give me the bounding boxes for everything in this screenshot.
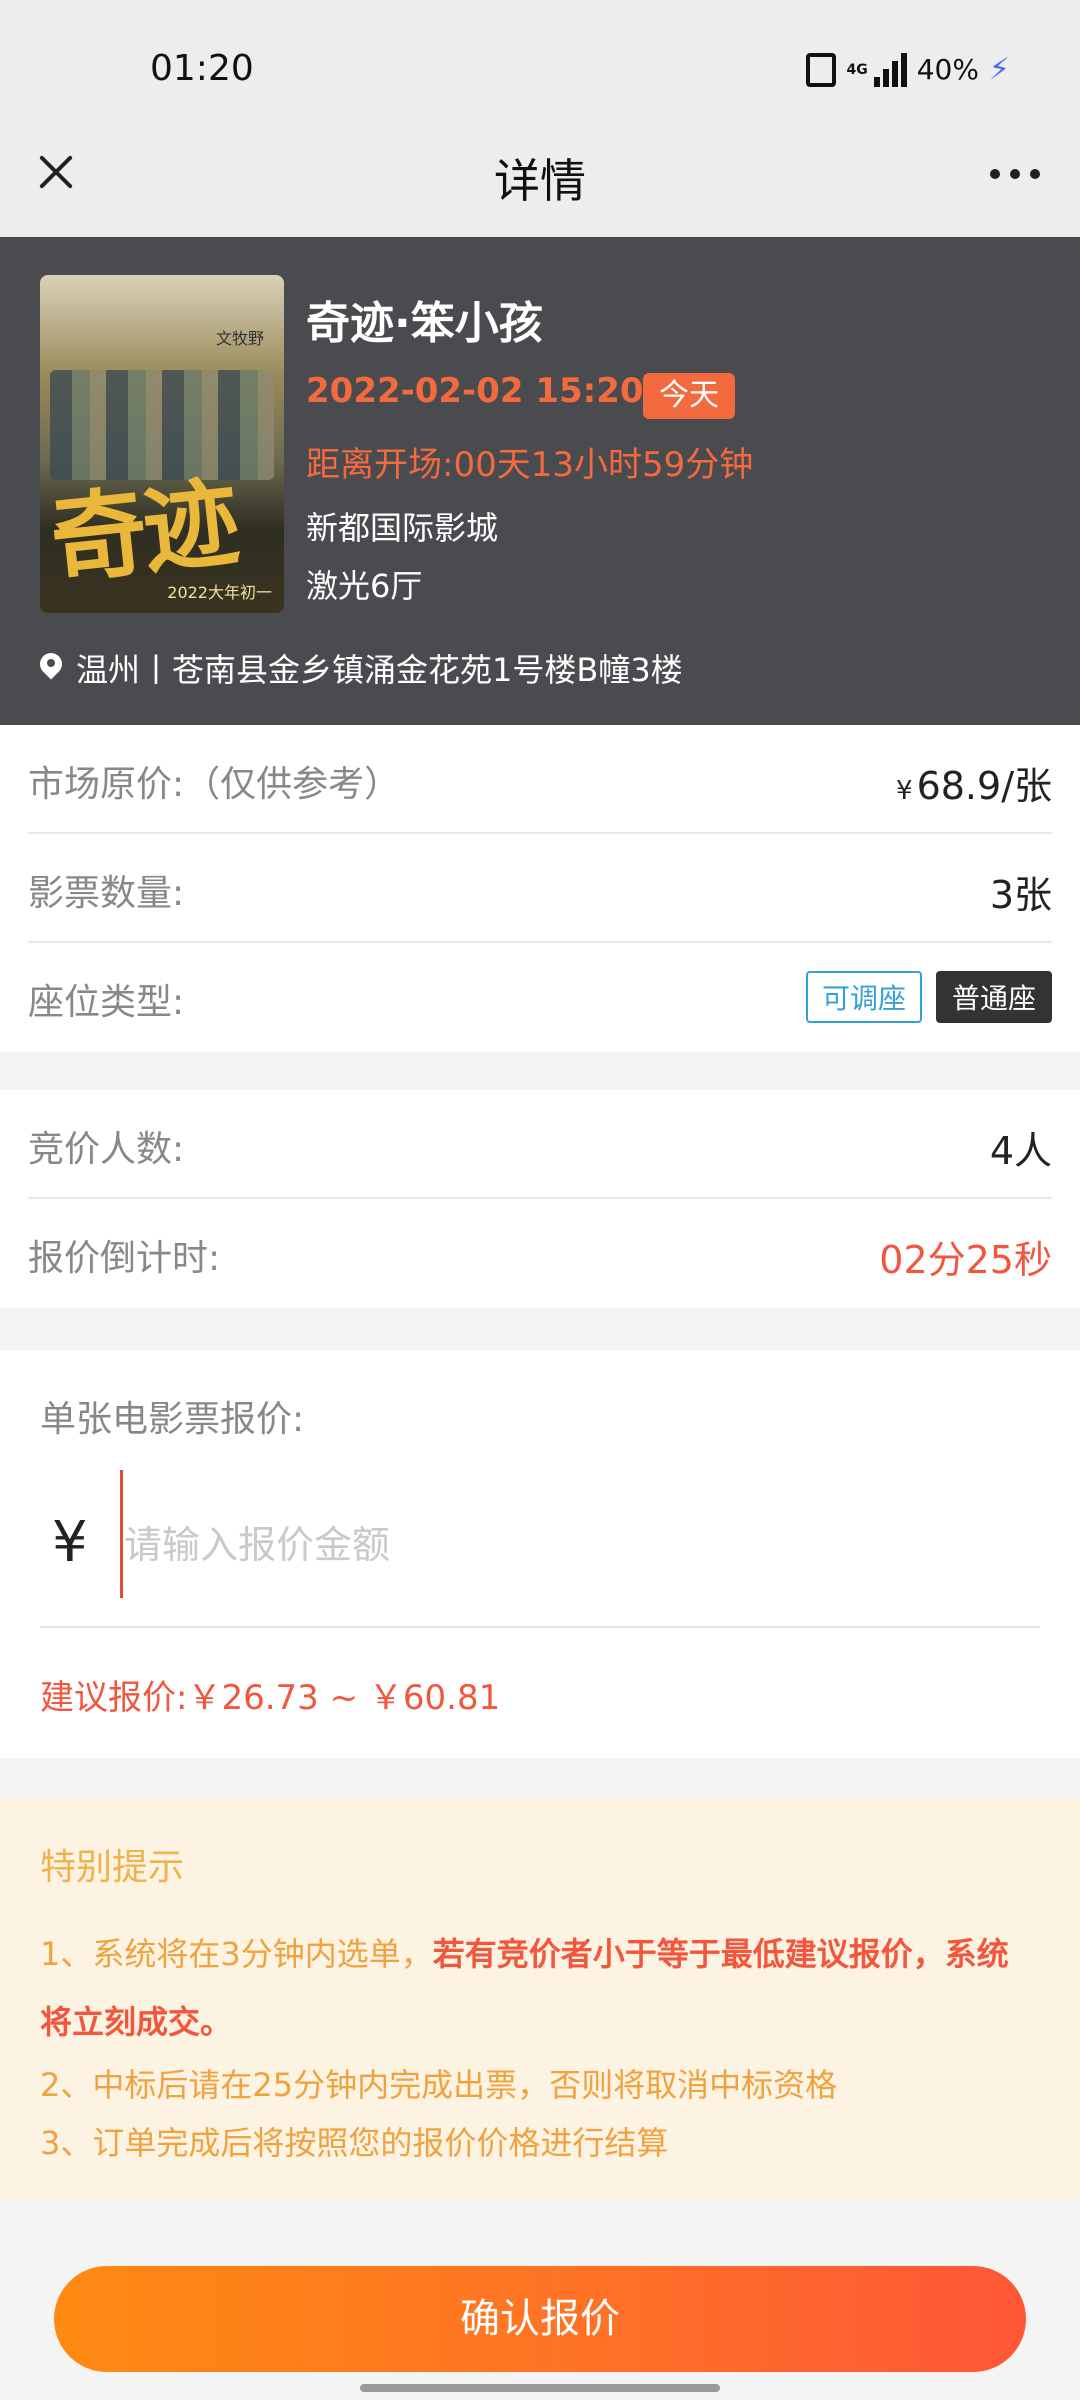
bidders-value: 4人 bbox=[989, 1129, 1052, 1173]
today-badge: 今天 bbox=[643, 373, 735, 419]
nav-bar: 详情 bbox=[0, 125, 1080, 237]
seat-tag-normal: 普通座 bbox=[935, 971, 1052, 1023]
text-cursor bbox=[120, 1470, 123, 1598]
bid-countdown-label: 报价倒计时: bbox=[28, 1238, 221, 1279]
market-price-value: ¥68.9/张 bbox=[896, 755, 1052, 810]
seat-tags: 可调座 普通座 bbox=[805, 971, 1052, 1023]
movie-title: 奇迹·笨小孩 bbox=[306, 298, 543, 349]
bid-input-row: ¥ bbox=[40, 1470, 1040, 1628]
bidders-row: 竞价人数: 4人 bbox=[28, 1090, 1052, 1199]
suggested-price: 建议报价:￥26.73 ~ ￥60.81 bbox=[40, 1678, 501, 1718]
bid-amount-input[interactable] bbox=[124, 1510, 1004, 1580]
ticket-count-label: 影票数量: bbox=[28, 873, 185, 914]
movie-poster: 文牧野 奇迹 2022大年初一 bbox=[40, 275, 284, 613]
bid-countdown-row: 报价倒计时: 02分25秒 bbox=[28, 1199, 1052, 1308]
status-time: 01:20 bbox=[150, 48, 254, 89]
movie-card: 文牧野 奇迹 2022大年初一 奇迹·笨小孩 2022-02-02 15:20 … bbox=[0, 237, 1080, 725]
ticket-count-row: 影票数量: 3张 bbox=[28, 834, 1052, 943]
cinema-address[interactable]: 温州丨苍南县金乡镇涌金花苑1号楼B幢3楼 bbox=[40, 645, 683, 691]
charging-icon: ⚡ bbox=[988, 52, 1010, 87]
status-bar: 01:20 4G 40% ⚡ bbox=[0, 0, 1080, 140]
bidding-info-section: 竞价人数: 4人 报价倒计时: 02分25秒 bbox=[0, 1090, 1080, 1308]
market-price-row: 市场原价:（仅供参考） ¥68.9/张 bbox=[28, 725, 1052, 834]
network-type: 4G bbox=[846, 61, 868, 78]
confirm-bid-button[interactable]: 确认报价 bbox=[54, 2266, 1026, 2372]
address-text: 温州丨苍南县金乡镇涌金花苑1号楼B幢3楼 bbox=[76, 651, 683, 689]
more-icon[interactable] bbox=[990, 169, 1040, 179]
seat-type-row: 座位类型: 可调座 普通座 bbox=[28, 943, 1052, 1052]
ticket-count-value: 3张 bbox=[989, 873, 1052, 917]
price-text: 68.9/张 bbox=[916, 764, 1052, 808]
hall-name: 激光6厅 bbox=[306, 567, 423, 605]
seat-type-label: 座位类型: bbox=[28, 982, 185, 1023]
ticket-info-section: 市场原价:（仅供参考） ¥68.9/张 影票数量: 3张 座位类型: 可调座 普… bbox=[0, 725, 1080, 1052]
currency-symbol: ¥ bbox=[896, 776, 913, 806]
showtime: 2022-02-02 15:20 bbox=[306, 371, 644, 411]
cinema-name: 新都国际影城 bbox=[306, 509, 499, 547]
bid-currency-symbol: ¥ bbox=[52, 1510, 88, 1575]
page-title: 详情 bbox=[494, 154, 586, 208]
battery-level: 40% bbox=[916, 53, 979, 86]
special-tips: 特别提示 1、系统将在3分钟内选单，若有竞价者小于等于最低建议报价，系统将立刻成… bbox=[0, 1798, 1080, 2198]
market-price-label: 市场原价:（仅供参考） bbox=[28, 764, 401, 805]
tip-2: 2、中标后请在25分钟内完成出票，否则将取消中标资格 bbox=[40, 2066, 838, 2104]
vibrate-icon bbox=[806, 52, 837, 87]
poster-cast: 文牧野 bbox=[215, 329, 264, 348]
tip-1-prefix: 1、系统将在3分钟内选单， bbox=[40, 1935, 433, 1973]
status-icons: 4G 40% ⚡ bbox=[806, 52, 1010, 87]
bid-form: 单张电影票报价: ¥ 建议报价:￥26.73 ~ ￥60.81 bbox=[0, 1350, 1080, 1758]
home-indicator[interactable] bbox=[360, 2384, 720, 2392]
tip-1: 1、系统将在3分钟内选单，若有竞价者小于等于最低建议报价，系统将立刻成交。 bbox=[40, 1920, 1040, 2056]
seat-tag-adjustable: 可调座 bbox=[805, 971, 922, 1023]
bidders-label: 竞价人数: bbox=[28, 1129, 185, 1170]
signal-icon bbox=[873, 52, 907, 87]
tips-title: 特别提示 bbox=[40, 1847, 185, 1888]
location-pin-icon bbox=[40, 653, 62, 683]
poster-tag: 2022大年初一 bbox=[167, 583, 272, 602]
bid-label: 单张电影票报价: bbox=[40, 1399, 305, 1440]
tip-3: 3、订单完成后将按照您的报价价格进行结算 bbox=[40, 2124, 669, 2162]
start-countdown: 距离开场:00天13小时59分钟 bbox=[306, 445, 754, 485]
bid-countdown-value: 02分25秒 bbox=[879, 1238, 1052, 1282]
